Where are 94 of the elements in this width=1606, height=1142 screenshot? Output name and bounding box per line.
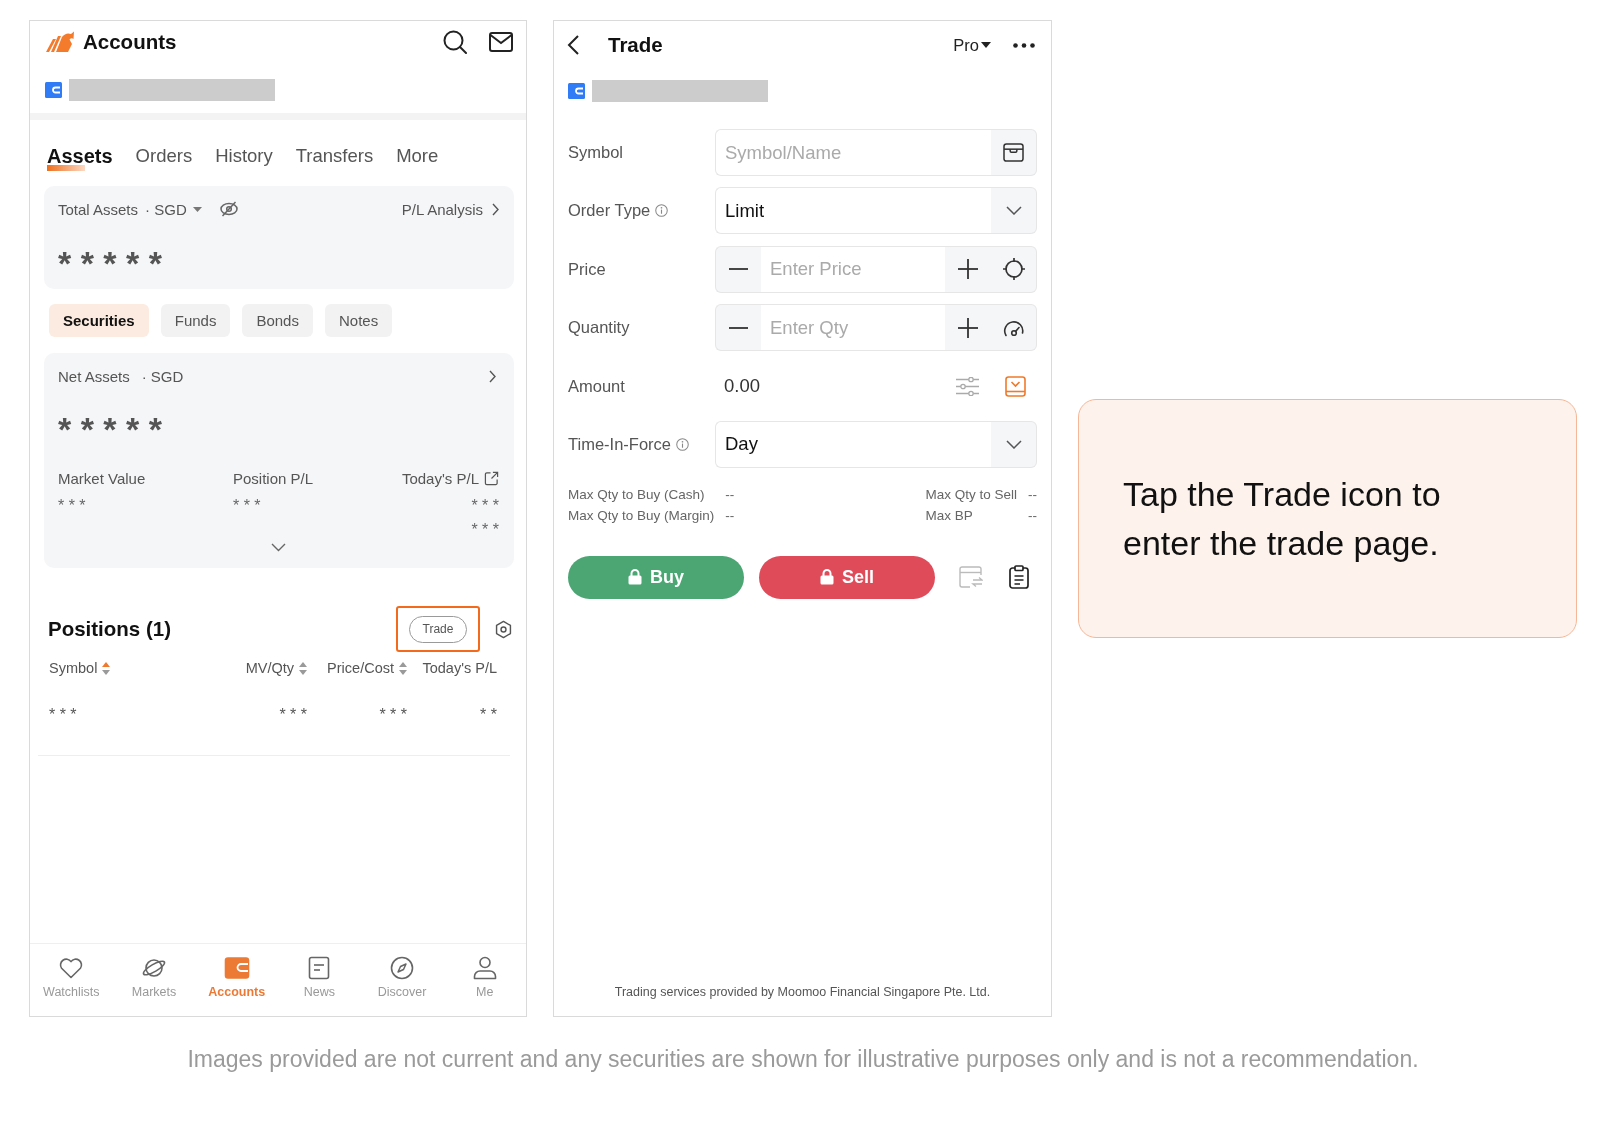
- limit-label: Max Qty to Sell: [925, 485, 1017, 504]
- section-tab[interactable]: History: [215, 144, 273, 171]
- sort-icon[interactable]: [102, 661, 111, 675]
- wallet-icon: [45, 82, 62, 98]
- currency-label[interactable]: · SGD: [145, 200, 187, 218]
- price-field[interactable]: Enter Price: [761, 245, 945, 293]
- table-cell-text: * * *: [378, 706, 407, 724]
- field-label: Amount: [568, 376, 625, 396]
- sort-icon[interactable]: [399, 661, 407, 675]
- wallet-icon: [568, 83, 585, 99]
- person-icon: [471, 956, 498, 980]
- chevron-down-icon[interactable]: [271, 543, 286, 552]
- settings-icon[interactable]: [494, 619, 513, 639]
- card-label: Net Assets: [58, 367, 130, 385]
- mode-button[interactable]: Pro: [953, 35, 991, 55]
- column-header[interactable]: Price/Cost: [327, 660, 394, 676]
- minus-icon: [729, 268, 748, 271]
- clipboard-icon[interactable]: [1009, 565, 1029, 590]
- gauge-icon: [1002, 318, 1025, 337]
- metric-label: Today's P/L: [401, 469, 479, 487]
- amount-value: 0.00: [724, 375, 760, 398]
- metric-value: * * *: [233, 497, 261, 515]
- tip-text: Tap the Trade icon to enter the trade page.: [1123, 473, 1442, 564]
- table-cell-text: * *: [479, 706, 497, 724]
- heart-icon: [58, 956, 85, 980]
- table-cell-text: * * *: [49, 706, 78, 724]
- metric-value: * * *: [58, 497, 86, 515]
- section-tab[interactable]: Orders: [135, 144, 193, 171]
- mail-icon[interactable]: [489, 32, 513, 52]
- screen-title: Trade: [608, 33, 663, 57]
- caret-icon[interactable]: [192, 206, 202, 212]
- metric-label: Position P/L: [233, 469, 314, 487]
- sort-icon[interactable]: [299, 661, 307, 675]
- field-label: Quantity: [568, 318, 630, 338]
- wallet-icon: [223, 956, 250, 980]
- section-title: Positions (1): [48, 617, 171, 641]
- pl-analysis-link[interactable]: P/L Analysis: [401, 200, 499, 218]
- increase-button[interactable]: [945, 245, 991, 293]
- crosshair-button[interactable]: [991, 245, 1037, 293]
- asset-type-chip[interactable]: Bonds: [242, 304, 313, 337]
- sell-button[interactable]: Sell: [759, 555, 935, 599]
- asset-type-chip[interactable]: Funds: [160, 304, 231, 337]
- hidden-value: * * * * *: [58, 412, 162, 446]
- sliders-icon[interactable]: [956, 376, 979, 396]
- eye-off-icon[interactable]: [219, 201, 238, 217]
- section-tab[interactable]: Transfers: [295, 144, 374, 171]
- limit-label: Max Qty to Buy (Margin): [568, 506, 715, 525]
- card-label: Total Assets: [58, 200, 139, 218]
- column-header[interactable]: Today's P/L: [422, 660, 497, 676]
- increase-button[interactable]: [945, 304, 991, 352]
- trade-button[interactable]: Trade: [409, 615, 467, 643]
- field-label: Time-In-Force: [568, 434, 671, 454]
- metric-value: * * *: [471, 521, 499, 539]
- back-icon[interactable]: [567, 35, 579, 55]
- gauge-button[interactable]: [991, 304, 1037, 352]
- limit-value: --: [725, 485, 735, 504]
- more-icon[interactable]: [1013, 42, 1035, 48]
- info-icon[interactable]: [676, 437, 689, 451]
- section-tab[interactable]: More: [396, 144, 439, 171]
- search-icon[interactable]: [443, 30, 467, 54]
- limit-value: --: [1028, 506, 1037, 525]
- limit-label: Max Qty to Buy (Cash): [568, 485, 705, 504]
- metric-value: * * *: [471, 497, 499, 515]
- chevron-right-icon[interactable]: [489, 369, 496, 383]
- crosshair-icon: [1002, 258, 1025, 281]
- asset-type-chip[interactable]: Securities: [49, 304, 149, 337]
- hidden-value: * * * * *: [58, 246, 162, 280]
- minus-icon: [729, 326, 748, 329]
- disclaimer-text: Images provided are not current and any securities are shown for illustrative purposes only and is not a recommendation.: [186, 1046, 1420, 1072]
- plus-icon: [958, 259, 978, 280]
- column-header[interactable]: Symbol: [49, 660, 98, 676]
- column-header[interactable]: MV/Qty: [245, 660, 294, 676]
- limit-value: --: [725, 506, 735, 525]
- field-label: Price: [568, 259, 606, 279]
- metric-label: Market Value: [58, 469, 146, 487]
- limit-value: --: [1028, 485, 1037, 504]
- screen-title: Accounts: [83, 30, 177, 54]
- info-icon[interactable]: [655, 204, 669, 218]
- currency-label: · SGD: [141, 367, 184, 385]
- asset-type-chip[interactable]: Notes: [324, 304, 393, 337]
- table-cell-text: * * *: [278, 706, 307, 724]
- footer-text: Trading services provided by Moomoo Financial Singapore Pte. Ltd.: [613, 984, 992, 1001]
- field-label: Order Type: [568, 201, 651, 221]
- logo-icon: [45, 31, 75, 53]
- caret-icon: [981, 42, 991, 48]
- planet-icon: [141, 956, 167, 980]
- plus-icon: [958, 317, 978, 338]
- compass-icon: [389, 956, 415, 980]
- field-label: Symbol: [568, 143, 624, 162]
- chevron-right-icon: [492, 202, 499, 216]
- quantity-field[interactable]: Enter Qty: [761, 304, 945, 352]
- export-icon[interactable]: [484, 470, 499, 486]
- chevron-box-icon[interactable]: [1005, 375, 1026, 397]
- limit-label: Max BP: [925, 506, 973, 525]
